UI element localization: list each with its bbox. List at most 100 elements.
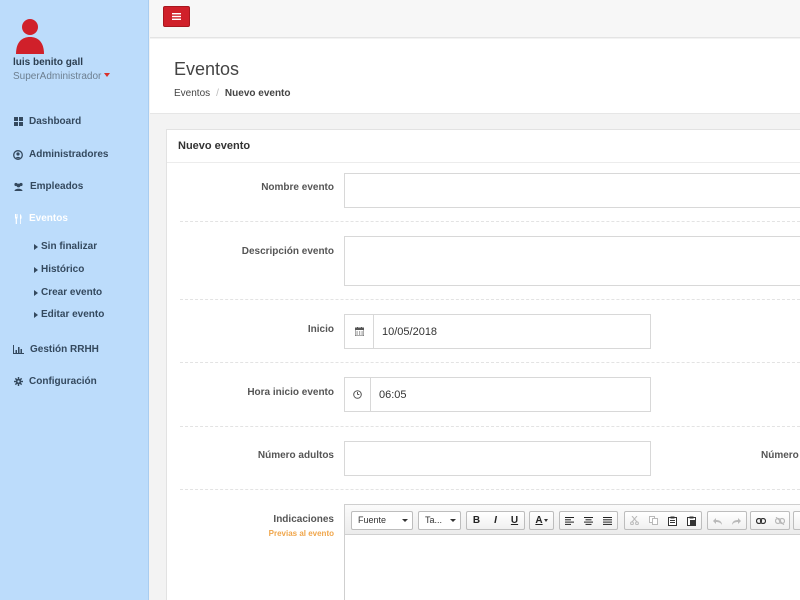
nombre-evento-input[interactable]: [344, 173, 800, 208]
sidebar-item-label: Dashboard: [29, 116, 82, 127]
menu-toggle-button[interactable]: [163, 6, 190, 27]
font-size-select-value: Ta...: [425, 515, 443, 525]
sidebar-item-configuracion[interactable]: Configuración: [13, 376, 97, 387]
breadcrumb-current: Nuevo evento: [224, 88, 291, 99]
redo-button[interactable]: [727, 512, 746, 529]
alignment-group: [559, 511, 618, 530]
caret-right-icon: [34, 266, 38, 273]
user-avatar-icon[interactable]: [13, 16, 47, 54]
sidebar-item-label: Eventos: [29, 213, 68, 224]
inicio-date-input[interactable]: 10/05/2018: [344, 314, 651, 349]
sidebar-item-label: Configuración: [29, 376, 97, 387]
sidebar-subitem-label: Histórico: [41, 264, 85, 275]
user-role-dropdown[interactable]: SuperAdministrador: [13, 71, 143, 82]
paste-text-button[interactable]: [682, 512, 701, 529]
dropdown-arrow-icon: [450, 519, 456, 522]
numero-right-label: Número: [761, 450, 799, 461]
sidebar-subitem-sin-finalizar[interactable]: Sin finalizar: [34, 241, 97, 252]
sidebar-subitem-label: Sin finalizar: [41, 241, 98, 252]
more-tools-group[interactable]: [793, 511, 800, 530]
cut-button[interactable]: [625, 512, 644, 529]
align-left-button[interactable]: [560, 512, 579, 529]
scissors-icon: [630, 516, 639, 525]
copy-button[interactable]: [644, 512, 663, 529]
sidebar: luis benito gall SuperAdministrador Dash…: [0, 0, 149, 600]
sidebar-item-empleados[interactable]: Empleados: [13, 181, 83, 192]
underline-button[interactable]: U: [505, 512, 524, 529]
calendar-addon[interactable]: [345, 315, 374, 348]
text-color-group: A: [529, 511, 554, 530]
row-divider: [180, 489, 800, 490]
sidebar-subitem-historico[interactable]: Histórico: [34, 264, 84, 275]
gear-icon: [13, 377, 23, 387]
hora-inicio-label: Hora inicio evento: [247, 387, 334, 398]
row-divider: [180, 221, 800, 222]
dashboard-icon: [13, 117, 23, 127]
sidebar-subitem-editar-evento[interactable]: Editar evento: [34, 309, 104, 320]
indicaciones-sublabel: Previas al evento: [268, 529, 334, 538]
clock-icon: [353, 390, 362, 399]
align-justify-button[interactable]: [598, 512, 617, 529]
row-divider: [180, 426, 800, 427]
align-center-button[interactable]: [579, 512, 598, 529]
undo-button[interactable]: [708, 512, 727, 529]
sidebar-item-administradores[interactable]: Administradores: [13, 149, 108, 160]
user-name: luis benito gall: [13, 57, 84, 68]
link-group: [750, 511, 790, 530]
sidebar-item-gestion-rrhh[interactable]: Gestión RRHH: [13, 344, 99, 355]
nombre-evento-label: Nombre evento: [261, 182, 334, 193]
unlink-button[interactable]: [770, 512, 789, 529]
text-style-group: B I U: [466, 511, 525, 530]
clipboard-group: [624, 511, 702, 530]
sidebar-item-label: Administradores: [29, 149, 109, 160]
dropdown-arrow-icon: [402, 519, 408, 522]
copy-icon: [649, 516, 658, 525]
inicio-date-value: 10/05/2018: [382, 326, 438, 338]
clipboard-icon: [668, 516, 677, 526]
bold-button[interactable]: B: [467, 512, 486, 529]
text-color-button[interactable]: A: [530, 512, 553, 529]
align-left-icon: [565, 516, 574, 525]
panel-heading: Nuevo evento: [167, 130, 800, 163]
italic-button[interactable]: I: [486, 512, 505, 529]
descripcion-evento-label: Descripción evento: [241, 246, 334, 257]
panel-title: Nuevo evento: [178, 140, 251, 152]
link-button[interactable]: [751, 512, 770, 529]
descripcion-evento-textarea[interactable]: [344, 236, 800, 286]
caret-right-icon: [34, 311, 38, 318]
top-bar: [150, 0, 800, 38]
paste-text-icon: [687, 516, 696, 526]
clock-addon[interactable]: [345, 378, 371, 411]
caret-right-icon: [34, 243, 38, 250]
numero-adultos-label: Número adultos: [257, 450, 334, 461]
row-divider: [180, 362, 800, 363]
editor-toolbar: Fuente Ta... B I U A: [345, 505, 800, 535]
font-size-select[interactable]: Ta...: [418, 511, 461, 530]
sidebar-item-eventos[interactable]: Eventos: [13, 213, 68, 224]
link-icon: [755, 517, 766, 524]
hamburger-icon: [172, 13, 181, 20]
sidebar-subitem-label: Crear evento: [41, 287, 103, 298]
page-title: Eventos: [174, 59, 240, 79]
caret-down-icon: [104, 73, 111, 77]
font-family-select[interactable]: Fuente: [351, 511, 413, 530]
breadcrumb: Eventos / Nuevo evento: [174, 88, 291, 99]
indicaciones-label: Indicaciones: [273, 514, 334, 525]
caret-right-icon: [34, 289, 38, 296]
align-justify-icon: [603, 516, 612, 525]
paste-button[interactable]: [663, 512, 682, 529]
user-circle-icon: [13, 149, 23, 160]
sidebar-item-dashboard[interactable]: Dashboard: [13, 116, 81, 127]
sidebar-subitem-crear-evento[interactable]: Crear evento: [34, 287, 102, 298]
page-header: Eventos Eventos / Nuevo evento: [150, 39, 800, 114]
hora-inicio-value: 06:05: [379, 389, 407, 401]
cutlery-icon: [13, 213, 23, 224]
sidebar-item-label: Gestión RRHH: [30, 344, 99, 355]
rich-text-editor: Fuente Ta... B I U A: [344, 504, 800, 600]
breadcrumb-separator: /: [216, 88, 219, 99]
users-icon: [13, 182, 24, 192]
hora-inicio-input[interactable]: 06:05: [344, 377, 651, 412]
font-family-select-value: Fuente: [358, 515, 387, 525]
numero-adultos-input[interactable]: [344, 441, 651, 476]
breadcrumb-link-eventos[interactable]: Eventos: [174, 88, 210, 99]
